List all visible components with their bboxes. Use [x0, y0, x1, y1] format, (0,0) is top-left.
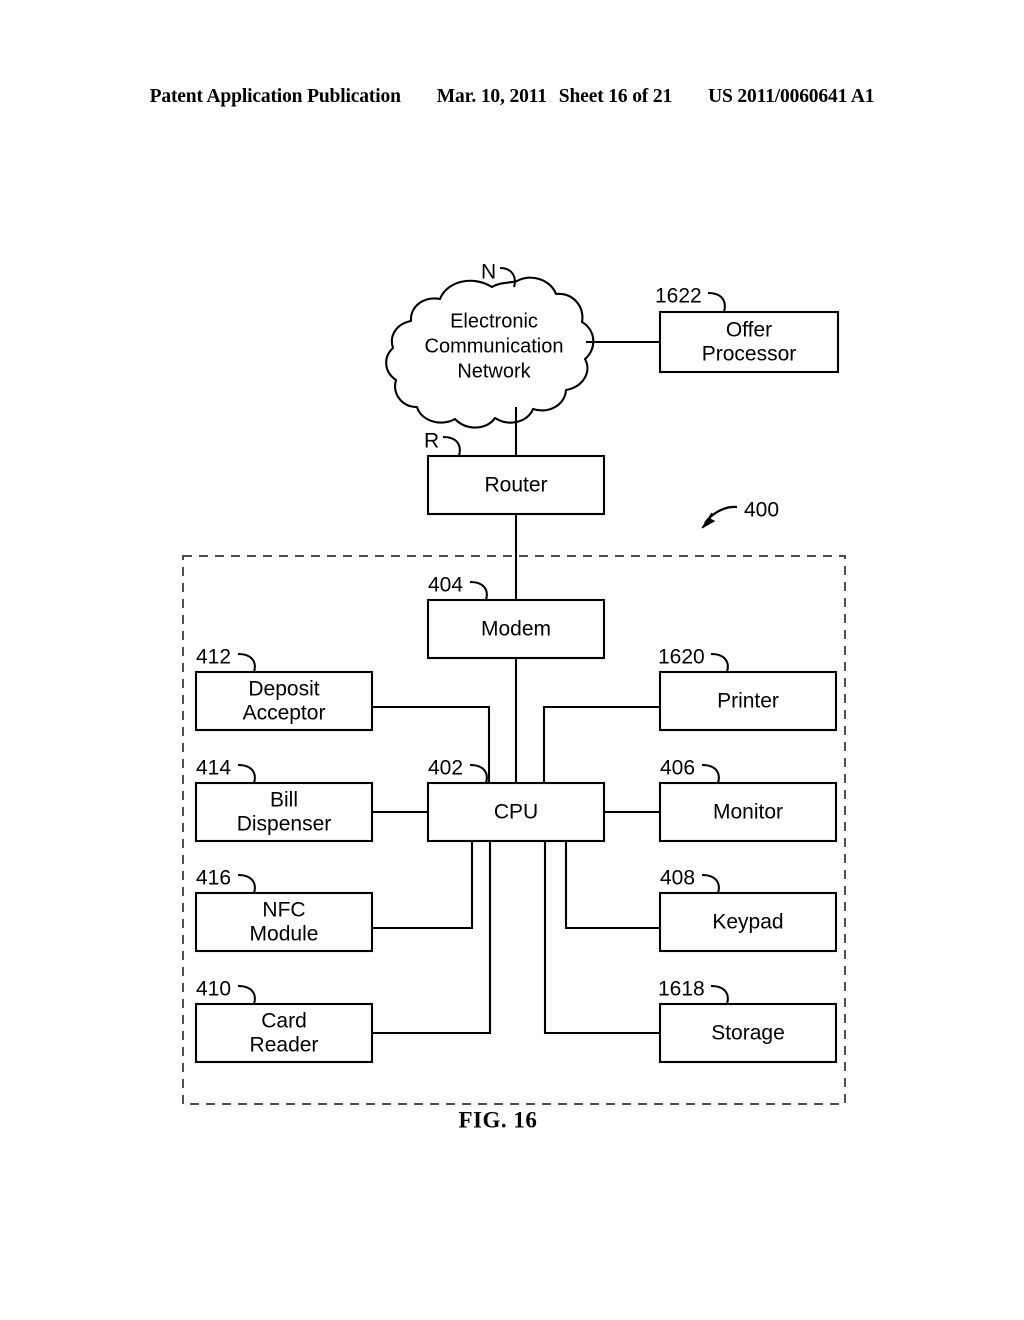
ref-R-label: R: [424, 430, 439, 453]
keypad-block: Keypad 408: [658, 867, 838, 953]
deposit-acceptor-label-line2: Acceptor: [243, 702, 326, 725]
ref-N-label: N: [481, 261, 496, 284]
wire-printer-to-cpu: [542, 705, 660, 783]
nfc-module-label-line1: NFC: [262, 899, 305, 922]
wire-storage-to-cpu: [543, 841, 660, 1035]
ref-406-label: 406: [660, 757, 695, 780]
ref-1620-label: 1620: [658, 646, 705, 669]
deposit-acceptor-block: Deposit Acceptor 412: [194, 646, 374, 732]
keypad-label: Keypad: [712, 911, 783, 934]
ref-414-label: 414: [196, 757, 231, 780]
figure-16-block-diagram: 400 Electronic Communication Network N O…: [182, 261, 846, 1132]
card-reader-label-line2: Reader: [250, 1034, 319, 1057]
cpu-label: CPU: [494, 801, 538, 824]
router-block: Router R: [424, 430, 606, 516]
offer-processor-block: Offer Processor 1622: [655, 285, 840, 374]
ref-410-leader: [237, 985, 256, 1005]
printer-block: Printer 1620: [658, 646, 838, 732]
ref-416-label: 416: [196, 867, 231, 890]
ref-1622-label: 1622: [655, 285, 702, 308]
monitor-block: Monitor 406: [658, 757, 838, 843]
nfc-module-label-line2: Module: [250, 923, 319, 946]
ref-R-leader: [442, 436, 461, 457]
ref-402-leader: [469, 764, 488, 784]
offer-processor-label-line1: Offer: [726, 319, 772, 342]
nfc-module-block: NFC Module 416: [194, 867, 374, 953]
ref-1620-leader: [710, 653, 729, 673]
wire-keypad-to-cpu: [564, 841, 660, 930]
ref-412-leader: [237, 653, 256, 673]
ref-408-label: 408: [660, 867, 695, 890]
ref-406-leader: [701, 764, 720, 784]
ref-1618-leader: [710, 985, 729, 1005]
ref-1618-label: 1618: [658, 978, 705, 1001]
card-reader-label-line1: Card: [261, 1010, 307, 1033]
bill-dispenser-block: Bill Dispenser 414: [194, 757, 374, 843]
bill-dispenser-label-line1: Bill: [270, 789, 298, 812]
cloud-label-line3: Network: [457, 360, 531, 382]
ref-404-leader: [469, 581, 488, 601]
figure-caption: FIG. 16: [459, 1107, 538, 1132]
card-reader-block: Card Reader 410: [194, 978, 374, 1064]
cloud-label-line1: Electronic: [450, 310, 538, 332]
printer-label: Printer: [717, 690, 779, 713]
ref-1622-leader: [707, 292, 726, 313]
ref-408-leader: [701, 874, 720, 894]
ref-414-leader: [237, 764, 256, 784]
ref-402-label: 402: [428, 757, 463, 780]
router-label: Router: [484, 474, 547, 497]
ref-404-label: 404: [428, 574, 463, 597]
modem-label: Modem: [481, 618, 551, 641]
ref-400-label: 400: [744, 499, 779, 522]
electronic-communication-network-cloud: Electronic Communication Network N: [385, 261, 595, 429]
wire-nfc-module-to-cpu: [372, 841, 474, 930]
cloud-label-line2: Communication: [425, 335, 564, 357]
monitor-label: Monitor: [713, 801, 783, 824]
ref-416-leader: [237, 874, 256, 894]
patent-drawing-page: Patent Application Publication Mar. 10, …: [0, 0, 1024, 1320]
ref-412-label: 412: [196, 646, 231, 669]
offer-processor-label-line2: Processor: [702, 343, 797, 366]
bill-dispenser-label-line2: Dispenser: [237, 813, 332, 836]
deposit-acceptor-label-line1: Deposit: [248, 678, 319, 701]
ref-410-label: 410: [196, 978, 231, 1001]
storage-label: Storage: [711, 1022, 785, 1045]
storage-block: Storage 1618: [658, 978, 838, 1064]
